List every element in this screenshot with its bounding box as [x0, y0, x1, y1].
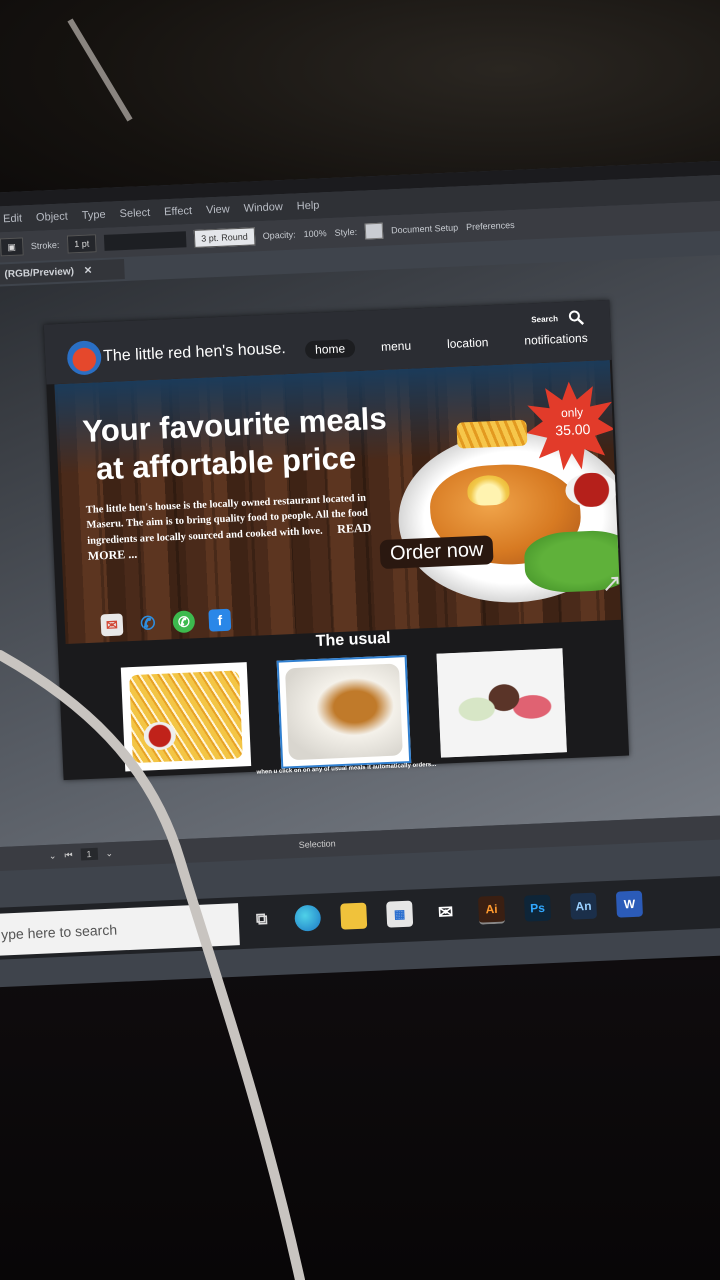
preferences-button[interactable]: Preferences — [466, 220, 515, 232]
close-icon[interactable]: ✕ — [84, 265, 93, 276]
order-now-button[interactable]: Order now — [379, 535, 495, 570]
nav-menu[interactable]: menu — [371, 336, 422, 356]
mail-app-icon[interactable]: ✉ — [432, 899, 459, 926]
photoshop-icon[interactable]: Ps — [523, 894, 552, 922]
opacity-label: Opacity: — [262, 229, 296, 241]
monitor-screen: Edit Object Type Select Effect View Wind… — [0, 157, 720, 989]
social-links: ✉ ✆ ✆ f — [100, 608, 232, 637]
menu-window[interactable]: Window — [243, 201, 283, 215]
word-icon[interactable]: W — [615, 890, 643, 918]
menu-view[interactable]: View — [206, 203, 230, 216]
canvas-area: The little red hen's house. Search home … — [0, 251, 720, 849]
search-label: Search — [531, 313, 559, 324]
brush-definition[interactable]: 3 pt. Round — [193, 227, 256, 248]
stroke-label: Stroke: — [30, 239, 60, 252]
chevron-down-icon[interactable]: ⌄ — [105, 848, 113, 859]
background-bottom — [0, 960, 720, 1280]
site-logo-text: The little red hen's house. — [102, 340, 287, 366]
blurb-text: The little hen's house is the locally ow… — [85, 492, 369, 547]
hero-headline: Your favourite meals at affortable price — [82, 396, 465, 489]
mail-icon[interactable]: ✉ — [100, 613, 124, 637]
search-area[interactable]: Search — [531, 309, 585, 327]
main-nav: home menu location notifications — [304, 328, 598, 360]
chevron-down-icon[interactable]: ⌄ — [49, 850, 57, 861]
fill-swatch[interactable]: ▣ — [0, 237, 24, 257]
expand-arrow-icon[interactable] — [603, 576, 620, 593]
usual-item-milkshakes[interactable] — [436, 648, 567, 758]
document-setup-button[interactable]: Document Setup — [391, 222, 458, 235]
nav-location[interactable]: location — [437, 333, 499, 354]
phone-icon[interactable]: ✆ — [136, 612, 159, 635]
first-page-icon[interactable]: ⏮ — [64, 849, 73, 860]
menu-object[interactable]: Object — [36, 210, 68, 223]
menu-edit[interactable]: Edit — [3, 212, 22, 225]
file-explorer-icon[interactable] — [340, 902, 368, 930]
facebook-icon[interactable]: f — [208, 608, 232, 632]
artboard[interactable]: The little red hen's house. Search home … — [43, 299, 630, 781]
price-only-label: only — [560, 405, 584, 421]
usual-item-stew[interactable] — [276, 655, 412, 769]
edge-icon[interactable] — [294, 904, 322, 932]
artboard-navigation: ⌄ ⏮ 1 ⌄ — [49, 847, 114, 862]
nav-home[interactable]: home — [304, 339, 356, 360]
task-view-icon[interactable]: ⧉ — [248, 907, 275, 934]
hero-blurb: The little hen's house is the locally ow… — [86, 490, 388, 565]
hero-banner: Your favourite meals at affortable price… — [54, 359, 622, 644]
document-tab[interactable]: (RGB/Preview) ✕ — [0, 259, 125, 285]
current-tool-label: Selection — [298, 838, 336, 850]
menu-type[interactable]: Type — [82, 209, 106, 222]
style-label: Style: — [334, 226, 358, 238]
usual-section-title: The usual — [315, 629, 391, 651]
page-number-field[interactable]: 1 — [80, 847, 98, 861]
usual-meals-row — [120, 648, 567, 775]
price-value: 35.00 — [554, 420, 591, 439]
stroke-weight-field[interactable]: 1 pt — [66, 234, 97, 254]
animate-icon[interactable]: An — [569, 892, 598, 920]
menu-select[interactable]: Select — [119, 207, 150, 220]
usual-item-fries[interactable] — [120, 662, 252, 772]
menu-help[interactable]: Help — [296, 199, 319, 212]
variable-width-profile[interactable] — [103, 231, 187, 251]
fries-garnish — [456, 419, 528, 449]
document-tab-label: (RGB/Preview) — [4, 265, 75, 280]
hen-logo-icon — [66, 340, 102, 376]
nav-notifications[interactable]: notifications — [514, 328, 598, 350]
style-swatch[interactable] — [364, 222, 384, 240]
lemon-slice — [466, 474, 511, 507]
illustrator-icon[interactable]: Ai — [477, 895, 506, 925]
search-icon[interactable] — [568, 309, 585, 326]
opacity-field[interactable]: 100% — [303, 228, 326, 239]
whatsapp-icon[interactable]: ✆ — [172, 610, 196, 634]
taskbar-apps: ⧉ ▦ ✉ Ai Ps An W — [248, 890, 643, 935]
menu-effect[interactable]: Effect — [164, 205, 192, 218]
store-icon[interactable]: ▦ — [386, 900, 414, 928]
taskbar-search-input[interactable]: ype here to search — [0, 903, 240, 956]
